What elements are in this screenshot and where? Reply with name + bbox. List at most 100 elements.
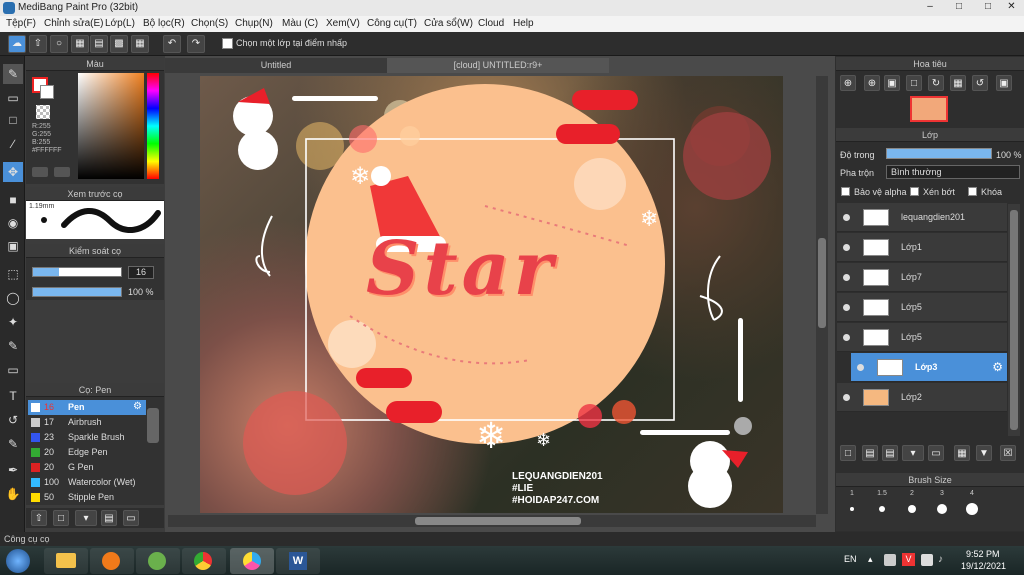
lock-nav-icon[interactable]: ▣ [996, 75, 1012, 91]
comment-icon[interactable]: ○ [50, 35, 68, 53]
redo-icon[interactable]: ↷ [187, 35, 205, 53]
gradient-tool-icon[interactable]: ▣ [3, 236, 23, 256]
layer-row[interactable]: Lớp7 [837, 263, 1007, 292]
cloud-icon[interactable]: ☁ [8, 35, 26, 53]
menu-color[interactable]: Màu (C) [282, 18, 318, 29]
select-pen-icon[interactable]: ✎ [3, 336, 23, 356]
brush-tool-icon[interactable]: ✎ [3, 64, 23, 84]
chrome-icon[interactable] [182, 548, 226, 574]
bucket-tool-icon[interactable]: ◉ [3, 213, 23, 233]
layer-row[interactable]: Lớp1 [837, 233, 1007, 262]
lock-checkbox[interactable] [968, 187, 977, 196]
tab-cloud[interactable]: [cloud] UNTITLED:r9+ [387, 58, 609, 73]
menu-filter[interactable]: Bộ lọc(R) [143, 18, 185, 29]
menu-help[interactable]: Help [513, 18, 534, 29]
close-button[interactable]: ✕ [999, 0, 1024, 14]
tray-v-icon[interactable]: V [902, 553, 915, 566]
add-color-icon[interactable] [32, 167, 48, 177]
line-tool-icon[interactable]: ∕ [3, 134, 23, 154]
menu-window[interactable]: Cửa sổ(W) [424, 18, 473, 29]
menu-tools[interactable]: Công cụ(T) [367, 18, 417, 29]
medibang-icon[interactable] [230, 548, 274, 574]
text-tool-icon[interactable]: T [3, 386, 23, 406]
hue-slider[interactable] [147, 73, 159, 179]
new-layer-icon[interactable]: □ [840, 445, 856, 461]
eye-icon[interactable] [857, 364, 864, 371]
actual-size-icon[interactable]: □ [906, 75, 922, 91]
reset-icon[interactable]: ↺ [972, 75, 988, 91]
undo-icon[interactable]: ↶ [163, 35, 181, 53]
brush-item[interactable]: 16 Pen [28, 400, 146, 415]
operation-tool-icon[interactable]: ↺ [3, 410, 23, 430]
layer-folder-icon[interactable]: ▭ [928, 445, 944, 461]
lasso-tool-icon[interactable]: ◯ [3, 288, 23, 308]
delete-layer-icon[interactable]: ☒ [1000, 445, 1016, 461]
menu-cloud[interactable]: Cloud [478, 18, 504, 29]
layers-scrollbar[interactable] [1008, 204, 1020, 436]
select-eraser-icon[interactable]: ▭ [3, 360, 23, 380]
rotate-icon[interactable]: ↻ [928, 75, 944, 91]
eye-icon[interactable] [843, 394, 850, 401]
tiles-icon[interactable]: ▦ [131, 35, 149, 53]
protect-alpha-checkbox[interactable] [841, 187, 850, 196]
minimize-button[interactable]: – [917, 0, 943, 14]
brush-size-cell[interactable]: 1 [838, 490, 866, 528]
clipping-checkbox[interactable] [910, 187, 919, 196]
word-icon[interactable]: W [276, 548, 320, 574]
horizontal-scrollbar[interactable] [168, 515, 816, 527]
panel-icon[interactable]: ▩ [110, 35, 128, 53]
eye-icon[interactable] [843, 214, 850, 221]
layer-menu-icon[interactable]: ▾ [902, 445, 924, 461]
color-square[interactable] [78, 73, 144, 179]
brush-settings-icon[interactable]: ⚙ [133, 401, 142, 412]
brush-item[interactable]: 23 Sparkle Brush [28, 430, 146, 445]
volume-icon[interactable]: ♪ [938, 554, 950, 566]
fill-rect-icon[interactable]: ■ [3, 190, 23, 210]
merge-layer-icon[interactable]: ▼ [976, 445, 992, 461]
media-player-icon[interactable] [90, 548, 134, 574]
brush-item[interactable]: 20 Edge Pen [28, 445, 146, 460]
brush-size-cell[interactable]: 3 [928, 490, 956, 528]
select-layer-checkbox[interactable] [222, 38, 233, 49]
tray-network-icon[interactable] [921, 554, 933, 566]
artwork-canvas[interactable]: ❄ ❄ ❄ ❄ Star LEQUANGDIEN201 #LIE #HOIDAP… [200, 76, 783, 513]
zoom-in-icon[interactable]: ⊕ [864, 75, 880, 91]
palette-icon[interactable] [54, 167, 70, 177]
brush-size-cell[interactable]: 2 [898, 490, 926, 528]
flip-icon[interactable]: ▦ [950, 75, 966, 91]
layer-row[interactable]: Lớp5 [837, 293, 1007, 322]
add-brush-icon[interactable]: ⇧ [31, 510, 47, 526]
layers-scroll-thumb[interactable] [1010, 210, 1018, 430]
maximize-button[interactable]: □ [975, 0, 1001, 14]
vertical-scroll-thumb[interactable] [818, 238, 826, 328]
vertical-scrollbar[interactable] [816, 76, 828, 514]
move-tool-icon[interactable]: ✥ [3, 162, 23, 182]
layer-row[interactable]: Lớp2 [837, 383, 1007, 412]
zoom-out-icon[interactable]: ⊕ [840, 75, 856, 91]
document-icon[interactable]: ▤ [90, 35, 108, 53]
brush-item[interactable]: 100 Watercolor (Wet) [28, 475, 146, 490]
folder-icon[interactable]: ▭ [123, 510, 139, 526]
brush-menu-icon[interactable]: ▾ [75, 510, 97, 526]
layer-row[interactable]: lequangdien201 [837, 203, 1007, 232]
tray-arrow-icon[interactable]: ▴ [868, 554, 878, 564]
rect-tool-icon[interactable]: □ [3, 110, 23, 130]
brush-size-cell[interactable]: 1.5 [868, 490, 896, 528]
brush-item[interactable]: 50 Stipple Pen [28, 490, 146, 505]
zalo-icon[interactable] [136, 548, 180, 574]
clock-time[interactable]: 9:52 PM [966, 549, 1000, 559]
menu-file[interactable]: Tệp(F) [6, 18, 36, 29]
copy-brush-icon[interactable]: ▤ [101, 510, 117, 526]
eye-icon[interactable] [843, 274, 850, 281]
blend-mode-select[interactable]: Bình thường [886, 165, 1020, 179]
menu-select[interactable]: Chọn(S) [191, 18, 228, 29]
start-button[interactable] [6, 549, 30, 573]
clock-date[interactable]: 19/12/2021 [961, 561, 1006, 571]
layer-settings-icon[interactable]: ⚙ [992, 360, 1003, 374]
brush-item[interactable]: 20 G Pen [28, 460, 146, 475]
hand-tool-icon[interactable]: ✋ [3, 484, 23, 504]
new-brush-icon[interactable]: □ [53, 510, 69, 526]
new-halftone-layer-icon[interactable]: ▤ [862, 445, 878, 461]
layer-opacity-slider[interactable] [886, 148, 992, 159]
background-color[interactable] [40, 85, 54, 99]
